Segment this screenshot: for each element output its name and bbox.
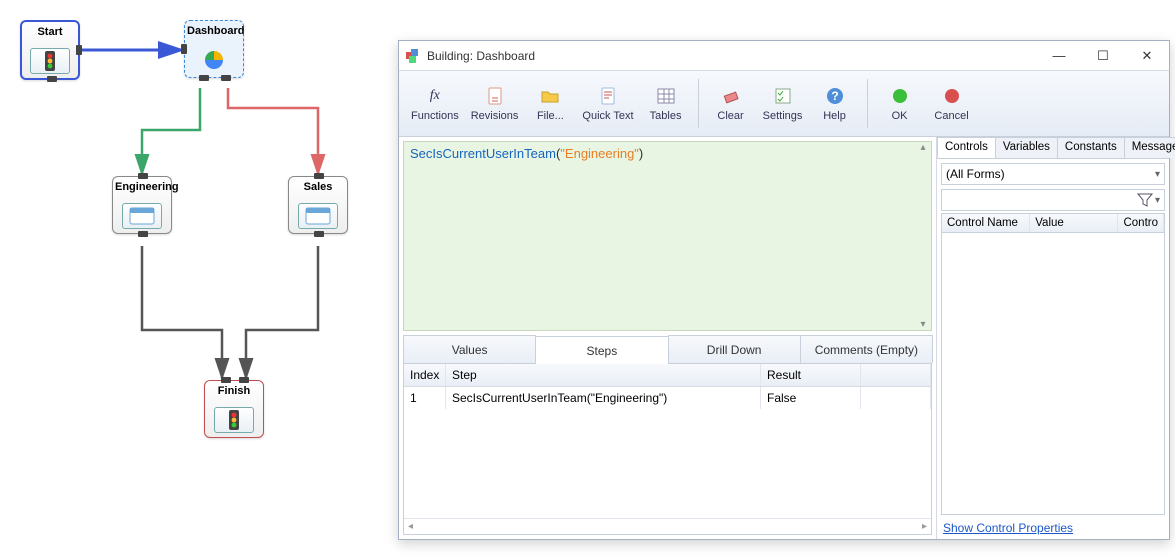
funnel-icon (1137, 193, 1153, 207)
main-panel: SecIsCurrentUserInTeam("Engineering") ▴▾… (399, 137, 937, 539)
quicktext-icon (598, 86, 618, 106)
tables-label: Tables (650, 110, 682, 122)
fx-icon: fx (425, 86, 445, 106)
chart-pie-icon (194, 47, 234, 73)
folder-open-icon (540, 86, 560, 106)
node-engineering[interactable]: Engineering (112, 176, 172, 234)
forms-dropdown-value: (All Forms) (946, 167, 1005, 181)
functions-button[interactable]: fx Functions (405, 75, 465, 132)
formula-builder-dialog: Building: Dashboard — ☐ ✕ fx Functions R… (398, 40, 1170, 540)
maximize-button[interactable]: ☐ (1081, 41, 1125, 71)
form-icon (122, 203, 162, 229)
help-button[interactable]: ? Help (809, 75, 861, 132)
cell-index: 1 (404, 387, 446, 409)
tab-messages[interactable]: Messages (1124, 137, 1175, 158)
side-panel: Controls Variables Constants Messages (A… (937, 137, 1169, 539)
filter-field[interactable]: ▾ (941, 189, 1165, 211)
cell-result: False (761, 387, 861, 409)
node-finish[interactable]: Finish (204, 380, 264, 438)
minimize-button[interactable]: — (1037, 41, 1081, 71)
col-extra[interactable] (861, 364, 931, 386)
window-title: Building: Dashboard (427, 49, 535, 63)
col-control-name[interactable]: Control Name (942, 214, 1030, 232)
titlebar[interactable]: Building: Dashboard — ☐ ✕ (399, 41, 1169, 71)
cancel-button[interactable]: Cancel (926, 75, 978, 132)
close-button[interactable]: ✕ (1125, 41, 1169, 71)
clear-button[interactable]: Clear (705, 75, 757, 132)
tab-controls[interactable]: Controls (937, 137, 996, 158)
quicktext-label: Quick Text (582, 110, 633, 122)
controls-grid-header: Control Name Value Contro (941, 213, 1165, 233)
col-control[interactable]: Contro (1118, 214, 1164, 232)
document-history-icon (485, 86, 505, 106)
chevron-down-icon: ▾ (1155, 169, 1160, 180)
tab-constants[interactable]: Constants (1057, 137, 1125, 158)
col-value[interactable]: Value (1030, 214, 1118, 232)
show-control-properties-link[interactable]: Show Control Properties (937, 517, 1169, 539)
cell-step: SecIsCurrentUserInTeam("Engineering") (446, 387, 761, 409)
cancel-dot-icon (942, 86, 962, 106)
form-icon (298, 203, 338, 229)
node-sales[interactable]: Sales (288, 176, 348, 234)
ok-dot-icon (890, 86, 910, 106)
editor-scrollbar[interactable]: ▴▾ (915, 142, 931, 330)
svg-text:?: ? (831, 89, 838, 103)
controls-grid-body[interactable] (941, 233, 1165, 515)
quicktext-button[interactable]: Quick Text (576, 75, 639, 132)
tab-steps[interactable]: Steps (535, 336, 668, 364)
tab-variables[interactable]: Variables (995, 137, 1058, 158)
table-row[interactable]: 1 SecIsCurrentUserInTeam("Engineering") … (404, 387, 931, 409)
revisions-label: Revisions (471, 110, 519, 122)
editor-arg: "Engineering" (560, 146, 639, 161)
node-engineering-label: Engineering (115, 179, 169, 201)
eraser-icon (721, 86, 741, 106)
forms-dropdown[interactable]: (All Forms) ▾ (941, 163, 1165, 185)
node-start[interactable]: Start (20, 20, 80, 80)
help-label: Help (823, 110, 846, 122)
grid-header: Index Step Result (404, 364, 931, 387)
clear-label: Clear (717, 110, 743, 122)
functions-label: Functions (411, 110, 459, 122)
node-start-label: Start (24, 24, 76, 46)
col-step[interactable]: Step (446, 364, 761, 386)
tab-values[interactable]: Values (403, 335, 536, 363)
editor-fn: SecIsCurrentUserInTeam (410, 146, 556, 161)
tables-button[interactable]: Tables (640, 75, 692, 132)
traffic-light-icon (30, 48, 70, 74)
col-index[interactable]: Index (404, 364, 446, 386)
workflow-edges (0, 0, 400, 557)
settings-button[interactable]: Settings (757, 75, 809, 132)
formula-editor[interactable]: SecIsCurrentUserInTeam("Engineering") ▴▾ (403, 141, 932, 331)
file-button[interactable]: File... (524, 75, 576, 132)
side-tabs: Controls Variables Constants Messages (937, 137, 1169, 159)
checklist-icon (773, 86, 793, 106)
app-icon (405, 48, 421, 64)
settings-label: Settings (763, 110, 803, 122)
tab-comments[interactable]: Comments (Empty) (800, 335, 933, 363)
cancel-label: Cancel (934, 110, 968, 122)
show-control-properties-label: Show Control Properties (943, 521, 1073, 535)
traffic-light-icon (214, 407, 254, 433)
col-result[interactable]: Result (761, 364, 861, 386)
result-tabs: Values Steps Drill Down Comments (Empty) (403, 335, 932, 363)
ribbon-toolbar: fx Functions Revisions File... Quick Tex… (399, 71, 1169, 137)
workflow-canvas[interactable]: Start Dashboard Engineering Sales Finish (0, 0, 400, 557)
node-dashboard-label: Dashboard (187, 23, 241, 45)
node-finish-label: Finish (207, 383, 261, 405)
tab-drill-down[interactable]: Drill Down (668, 335, 801, 363)
node-sales-label: Sales (291, 179, 345, 201)
file-label: File... (537, 110, 564, 122)
steps-grid: Index Step Result 1 SecIsCurrentUserInTe… (403, 363, 932, 535)
ok-button[interactable]: OK (874, 75, 926, 132)
ok-label: OK (892, 110, 908, 122)
node-dashboard[interactable]: Dashboard (184, 20, 244, 78)
chevron-down-icon: ▾ (1155, 195, 1160, 206)
revisions-button[interactable]: Revisions (465, 75, 525, 132)
table-icon (656, 86, 676, 106)
grid-scrollbar[interactable]: ◂▸ (404, 518, 931, 534)
help-icon: ? (825, 86, 845, 106)
